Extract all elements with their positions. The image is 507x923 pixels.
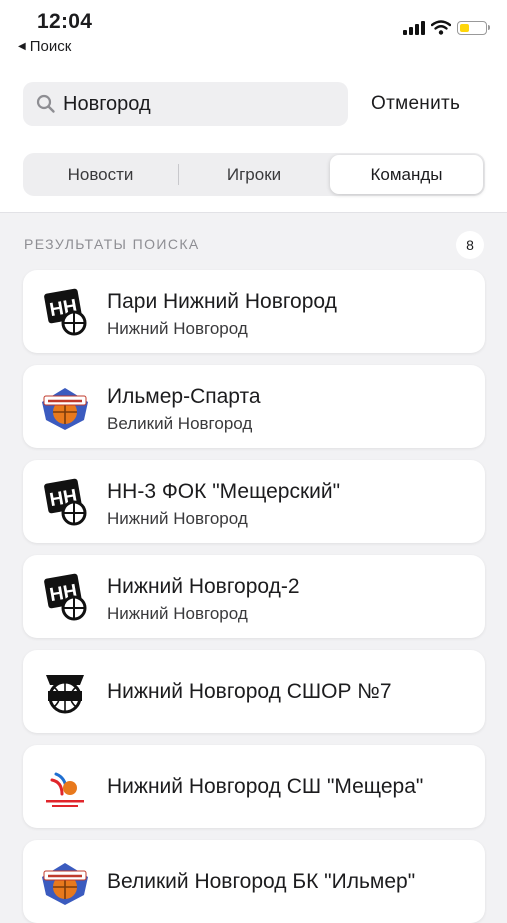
team-city: Нижний Новгород <box>107 509 248 528</box>
team-name: Нижний Новгород СШОР №7 <box>107 680 392 703</box>
list-item[interactable]: НН НН-3 ФОК "Мещерский" Нижний Новгород <box>23 460 485 543</box>
list-item[interactable]: НН Нижний Новгород-2 Нижний Новгород <box>23 555 485 638</box>
nn-logo-icon: НН <box>44 478 87 526</box>
team-name: Ильмер-Спарта <box>107 385 261 408</box>
list-item[interactable]: Ильмер-Спарта Великий Новгород <box>23 365 485 448</box>
search-icon <box>36 94 55 113</box>
nn-logo-icon: НН <box>44 288 87 336</box>
team-name: Нижний Новгород СШ "Мещера" <box>107 775 424 798</box>
team-name: НН-3 ФОК "Мещерский" <box>107 480 341 503</box>
battery-icon <box>457 20 490 35</box>
search-input[interactable]: Новгород <box>23 82 348 126</box>
team-city: Нижний Новгород <box>107 604 248 623</box>
back-arrow-icon: ◀ <box>18 41 26 52</box>
list-item[interactable]: НН Пари Нижний Новгород Нижний Новгород <box>23 270 485 353</box>
status-time: 12:04 <box>37 10 93 33</box>
category-segmented-control: Новости Игроки Команды <box>23 153 485 196</box>
list-item[interactable]: Нижний Новгород СШ "Мещера" <box>23 745 485 828</box>
team-name: Пари Нижний Новгород <box>107 290 337 313</box>
results-count-badge: 8 <box>456 231 484 259</box>
ilmer-logo-icon <box>42 388 88 430</box>
list-item[interactable]: Нижний Новгород СШОР №7 <box>23 650 485 733</box>
results-header: РЕЗУЛЬТАТЫ ПОИСКА <box>24 236 200 252</box>
wifi-icon <box>431 20 451 35</box>
list-item[interactable]: Великий Новгород БК "Ильмер" <box>23 840 485 923</box>
cellular-signal-icon <box>403 20 425 35</box>
cancel-button[interactable]: Отменить <box>371 93 460 115</box>
search-value: Новгород <box>63 92 151 115</box>
sshor-logo-icon <box>46 675 84 714</box>
team-name: Великий Новгород БК "Ильмер" <box>107 870 416 893</box>
tab-teams[interactable]: Команды <box>330 155 483 194</box>
back-label: Поиск <box>29 38 72 55</box>
top-panel: 12:04 ◀ Поиск Новгород Отменить Новости … <box>0 0 507 213</box>
ilmer-logo-icon <box>42 863 88 905</box>
team-name: Нижний Новгород-2 <box>107 575 300 598</box>
team-city: Великий Новгород <box>107 414 253 433</box>
tab-news[interactable]: Новости <box>23 153 178 196</box>
meshchera-logo-icon <box>46 772 84 807</box>
team-city: Нижний Новгород <box>107 319 248 338</box>
back-link[interactable]: ◀ Поиск <box>18 38 71 55</box>
status-icons <box>403 20 490 35</box>
tab-players[interactable]: Игроки <box>178 153 330 196</box>
nn-logo-icon: НН <box>44 573 87 621</box>
